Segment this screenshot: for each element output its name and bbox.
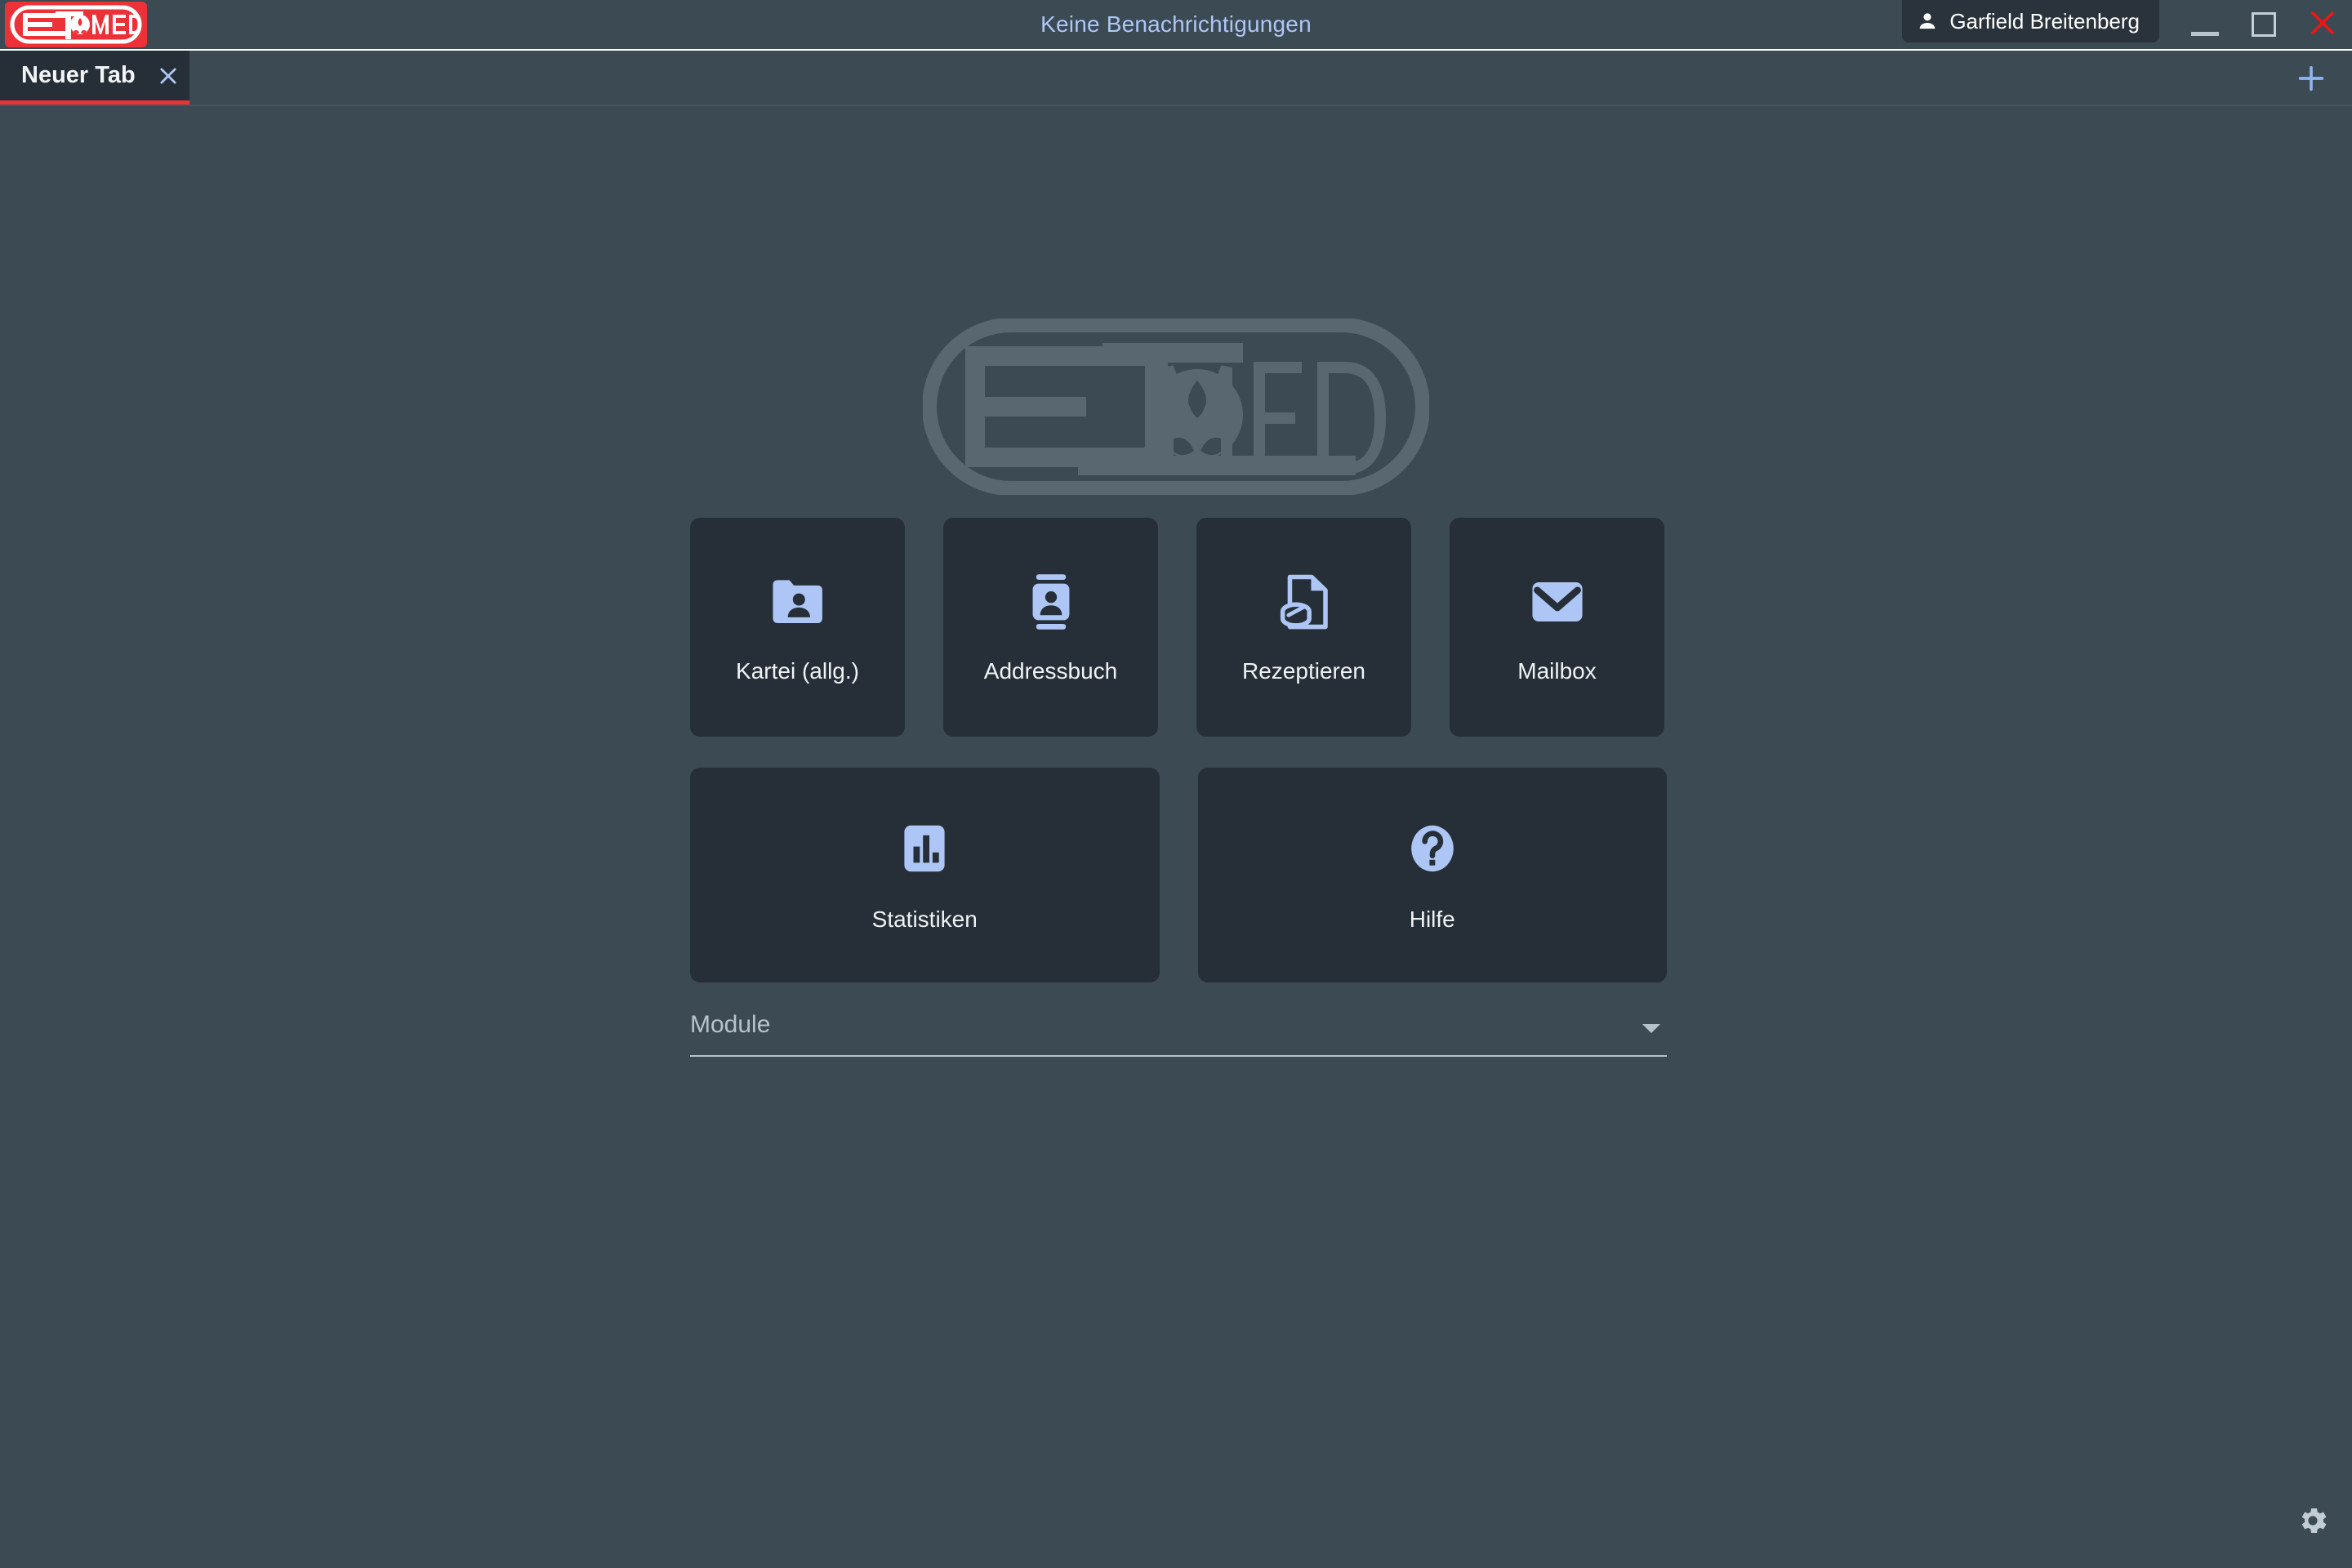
user-name-label: Garfield Breitenberg <box>1949 8 2140 33</box>
folder-person-icon <box>766 570 830 634</box>
tile-label: Kartei (allg.) <box>736 658 859 684</box>
prescription-pill-icon <box>1272 570 1336 634</box>
tile-statistiken[interactable]: Statistiken <box>690 768 1160 982</box>
tile-rezeptieren[interactable]: Rezeptieren <box>1196 518 1411 737</box>
tile-row-2: Statistiken Hilfe <box>690 768 1667 982</box>
title-bar: Keine Benachrichtigungen Garfield Breite… <box>0 0 2352 51</box>
tile-row-1: Kartei (allg.) Addressbuch Rezeptieren M… <box>690 518 1667 737</box>
new-tab-button[interactable] <box>2290 57 2332 100</box>
maximize-icon <box>2252 12 2276 37</box>
tile-label: Hilfe <box>1409 906 1455 932</box>
bar-chart-icon <box>895 817 954 880</box>
gear-icon <box>2296 1503 2330 1542</box>
contact-card-icon <box>1019 570 1083 634</box>
person-icon <box>1917 11 1938 32</box>
module-select[interactable]: Module <box>690 1006 1667 1057</box>
tab-strip: Neuer Tab <box>0 51 2352 106</box>
plus-icon <box>2295 62 2328 95</box>
module-tiles: Kartei (allg.) Addressbuch Rezeptieren M… <box>690 518 1667 982</box>
main-content: Kartei (allg.) Addressbuch Rezeptieren M… <box>0 108 2352 1568</box>
close-window-button[interactable] <box>2296 0 2349 49</box>
tile-addressbuch[interactable]: Addressbuch <box>943 518 1158 737</box>
settings-button[interactable] <box>2295 1504 2331 1540</box>
tile-kartei-allg[interactable]: Kartei (allg.) <box>690 518 905 737</box>
tile-mailbox[interactable]: Mailbox <box>1450 518 1664 737</box>
tab-neuer-tab[interactable]: Neuer Tab <box>0 51 189 105</box>
module-select-label: Module <box>690 1011 771 1038</box>
maximize-button[interactable] <box>2238 0 2290 49</box>
minimize-button[interactable] <box>2179 0 2231 49</box>
tile-label: Statistiken <box>871 906 978 932</box>
close-icon[interactable] <box>157 65 180 87</box>
question-mark-icon <box>1403 817 1462 880</box>
app-logo <box>5 2 147 47</box>
etmed-watermark <box>922 318 1430 496</box>
tile-label: Addressbuch <box>983 658 1118 684</box>
tile-hilfe[interactable]: Hilfe <box>1197 768 1667 982</box>
tile-label: Rezeptieren <box>1242 658 1365 684</box>
tab-label: Neuer Tab <box>21 62 136 88</box>
envelope-icon <box>1526 570 1589 634</box>
tile-label: Mailbox <box>1517 658 1597 684</box>
chevron-down-icon[interactable] <box>1642 1024 1660 1033</box>
user-menu-button[interactable]: Garfield Breitenberg <box>1902 0 2159 42</box>
close-icon <box>2308 8 2337 42</box>
minimize-icon <box>2191 31 2219 36</box>
